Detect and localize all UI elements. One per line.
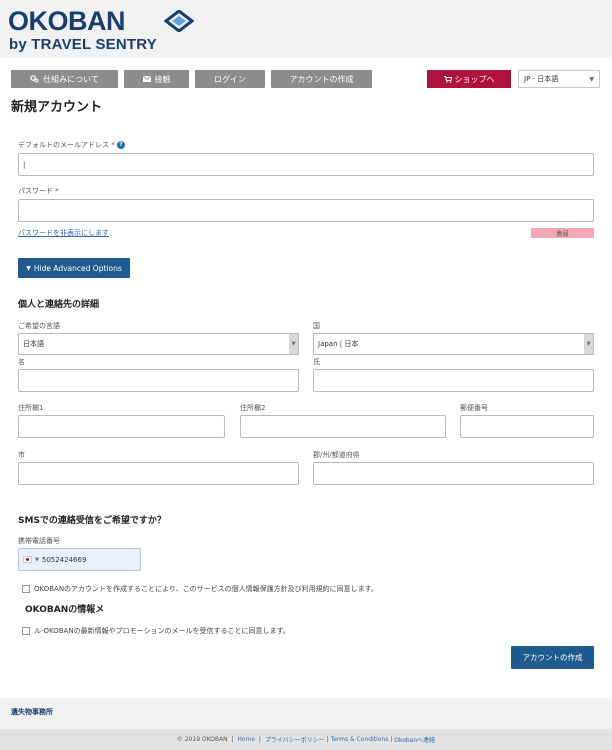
shop-button-label: ショップへ — [454, 74, 495, 84]
footer-separator: | — [255, 736, 265, 743]
preferred-language-value: 日本語 — [23, 340, 44, 348]
help-icon[interactable]: ? — [116, 141, 125, 149]
language-select-value: JP - 日本語 — [524, 75, 559, 83]
nav-login-button[interactable]: ログイン — [195, 70, 265, 88]
logo-diamond-icon — [164, 10, 194, 32]
prefecture-field[interactable] — [313, 462, 594, 485]
shop-button[interactable]: ショップへ — [427, 70, 511, 88]
email-label: デフォルトのメールアドレス * — [18, 141, 115, 149]
footer-copyright: © 2019 OKOBAN — [176, 736, 228, 743]
first-name-label: 名 — [18, 358, 25, 366]
gears-icon — [30, 75, 39, 83]
password-strength-badge: 脆弱 — [531, 228, 594, 238]
nav-create-account-button[interactable]: アカウントの作成 — [271, 70, 372, 88]
hide-advanced-options-button[interactable]: ▼ Hide Advanced Options — [18, 258, 130, 278]
nav-contact-label: 接触 — [154, 74, 171, 84]
postal-code-field[interactable] — [460, 415, 594, 438]
nav-contact-button[interactable]: 接触 — [124, 70, 189, 88]
language-select[interactable]: JP - 日本語 ▼ — [518, 70, 600, 88]
mobile-phone-field[interactable]: ▼ 5052424669 — [18, 548, 141, 571]
country-label: 国 — [313, 322, 320, 330]
last-name-field[interactable] — [313, 369, 594, 392]
promo-checkbox-label: ル-OKOBANの最新情報やプロモーションのメールを受信することに同意します。 — [34, 627, 290, 635]
page-title: 新規アカウント — [11, 100, 103, 115]
main-content: 仕組みについて 接触 ログイン アカウントの作成 ショップへ JP - 日本語 … — [0, 58, 612, 698]
footer-privacy-link[interactable]: プライバシーポリシー — [265, 735, 325, 744]
nav-how-it-works-label: 仕組みについて — [43, 74, 99, 84]
password-label: パスワード * — [18, 187, 59, 195]
site-footer: © 2019 OKOBAN | Home | プライバシーポリシー | Term… — [0, 729, 612, 750]
create-account-submit-button[interactable]: アカウントの作成 — [511, 646, 594, 669]
create-account-submit-label: アカウントの作成 — [522, 653, 583, 662]
hide-password-link[interactable]: パスワードを非表示にします — [18, 228, 109, 238]
address2-field[interactable] — [240, 415, 446, 438]
first-name-field[interactable] — [18, 369, 299, 392]
mobile-phone-value: 5052424669 — [41, 555, 87, 564]
cart-icon — [443, 75, 452, 83]
country-select[interactable]: Japan | 日本 ▼ — [313, 333, 594, 355]
address2-label: 住所欄2 — [240, 404, 266, 412]
email-field[interactable]: | — [18, 153, 594, 176]
nav-how-it-works-button[interactable]: 仕組みについて — [11, 70, 118, 88]
nav-login-label: ログイン — [214, 74, 246, 84]
footer-terms-link[interactable]: Terms & Conditions — [330, 736, 388, 743]
terms-agreement-row: OKOBANのアカウントを作成することにより、このサービスの個人情報保護方針及び… — [22, 584, 378, 594]
terms-checkbox-label: OKOBANのアカウントを作成することにより、このサービスの個人情報保護方針及び… — [34, 585, 378, 593]
personal-details-title: 個人と連絡先の詳細 — [18, 300, 100, 310]
hide-advanced-options-label: Hide Advanced Options — [33, 263, 122, 273]
postal-code-label: 郵便番号 — [460, 404, 488, 412]
news-section-title: OKOBANの情報メ — [25, 605, 105, 615]
caret-down-icon: ▼ — [26, 264, 31, 272]
email-label-row: デフォルトのメールアドレス * ? — [18, 140, 125, 150]
chevron-down-icon: ▼ — [589, 76, 594, 83]
site-header: OKOBAN by TRAVEL SENTRY — [0, 0, 612, 58]
address1-field[interactable] — [18, 415, 225, 438]
footer-separator: | — [227, 736, 238, 743]
nav-create-account-label: アカウントの作成 — [289, 74, 354, 84]
last-name-label: 氏 — [313, 358, 320, 366]
promo-agreement-row: ル-OKOBANの最新情報やプロモーションのメールを受信することに同意します。 — [22, 626, 290, 636]
address1-label: 住所欄1 — [18, 404, 44, 412]
chevron-down-icon: ▼ — [289, 334, 298, 354]
terms-checkbox[interactable] — [22, 585, 30, 593]
envelope-icon — [142, 76, 151, 82]
footer-home-link[interactable]: Home — [237, 736, 255, 743]
country-code-chevron-icon: ▼ — [35, 556, 39, 563]
city-field[interactable] — [18, 462, 299, 485]
preferred-language-select[interactable]: 日本語 ▼ — [18, 333, 299, 355]
preferred-language-label: ご希望の言語 — [18, 322, 60, 330]
email-field-value: | — [23, 160, 26, 169]
logo-tagline: by TRAVEL SENTRY — [9, 36, 157, 53]
lost-and-found-link[interactable]: 遺失物事務所 — [11, 707, 53, 717]
prefecture-label: 郡/州/都道府県 — [313, 451, 360, 459]
japan-flag-icon[interactable] — [23, 556, 32, 563]
okoban-logo[interactable]: OKOBAN — [8, 6, 126, 37]
sms-section-title: SMSでの連絡受信をご希望ですか？ — [18, 516, 166, 526]
password-field[interactable] — [18, 199, 594, 222]
country-value: Japan | 日本 — [318, 340, 359, 348]
promo-checkbox[interactable] — [22, 627, 30, 635]
mobile-label: 携帯電話番号 — [18, 537, 60, 545]
city-label: 市 — [18, 451, 25, 459]
footer-contact-link[interactable]: Okobanへ連絡 — [394, 735, 435, 744]
chevron-down-icon: ▼ — [584, 334, 593, 354]
